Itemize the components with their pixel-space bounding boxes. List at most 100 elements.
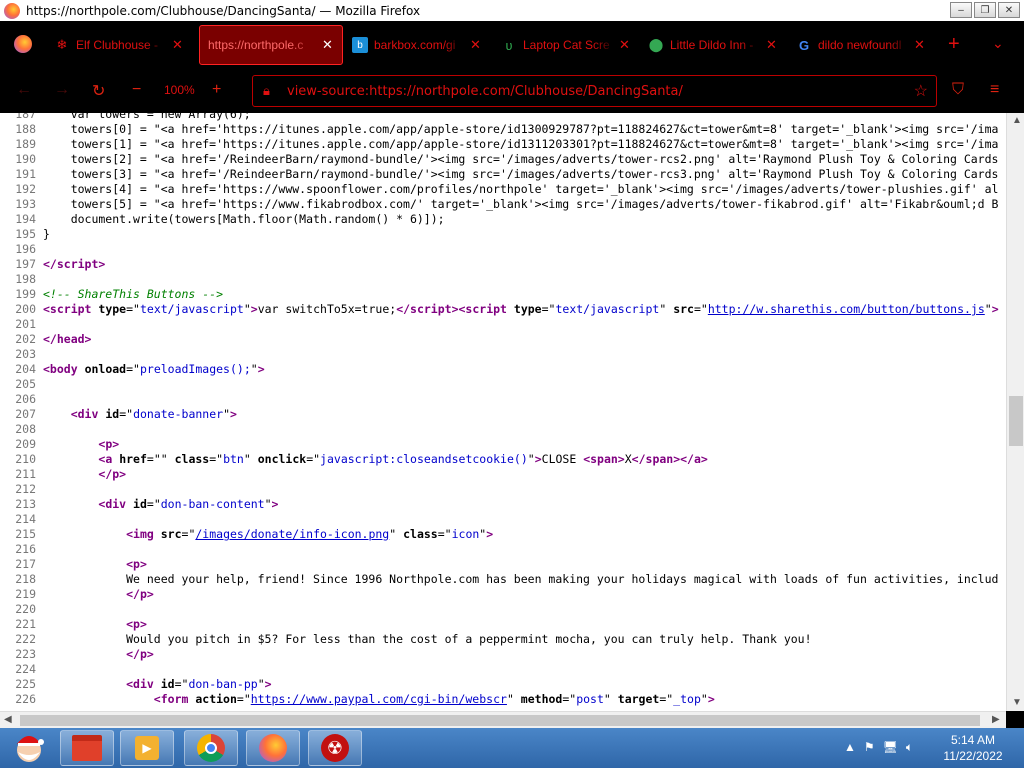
source-line: 203 bbox=[0, 347, 1006, 362]
close-tab-icon[interactable]: ✕ bbox=[619, 37, 630, 53]
line-text: <!-- ShareThis Buttons --> bbox=[43, 287, 224, 301]
source-line: 205 bbox=[0, 377, 1006, 392]
scroll-up-icon[interactable]: ▲ bbox=[1012, 115, 1022, 126]
source-line: 198 bbox=[0, 272, 1006, 287]
barkbox-icon: b bbox=[352, 37, 368, 53]
tab-northpole-active[interactable]: https://northpole.c ✕ bbox=[199, 25, 343, 65]
santa-start-icon[interactable] bbox=[2, 730, 56, 766]
scroll-thumb-horizontal[interactable] bbox=[20, 715, 980, 726]
taskbar-clock[interactable]: 5:14 AM 11/22/2022 bbox=[928, 732, 1018, 764]
bookmark-star-icon[interactable]: ☆ bbox=[914, 81, 928, 101]
source-line: 220 bbox=[0, 602, 1006, 617]
address-bar[interactable]: 🔒︎ view-source:https://northpole.com/Clu… bbox=[252, 75, 937, 107]
radiation-icon[interactable]: ☢ bbox=[308, 730, 362, 766]
line-number: 216 bbox=[15, 542, 36, 556]
window-title-bar: https://northpole.com/Clubhouse/DancingS… bbox=[0, 0, 1024, 21]
line-number: 226 bbox=[15, 692, 36, 706]
back-icon[interactable]: ← bbox=[16, 81, 32, 99]
close-button[interactable]: ✕ bbox=[998, 2, 1020, 18]
scroll-left-icon[interactable]: ◀ bbox=[4, 714, 12, 725]
line-number: 191 bbox=[15, 167, 36, 181]
line-text: </p> bbox=[98, 467, 127, 481]
line-number: 223 bbox=[15, 647, 36, 661]
source-line: 196 bbox=[0, 242, 1006, 257]
scroll-right-icon[interactable]: ▶ bbox=[992, 714, 1000, 725]
system-tray: ▲ ⚑ 🖥︎ 🔈︎ bbox=[844, 740, 913, 755]
horizontal-scrollbar[interactable]: ◀ ▶ bbox=[0, 711, 1006, 728]
firefox-view-icon[interactable] bbox=[14, 35, 32, 53]
show-hidden-icons[interactable]: ▲ bbox=[844, 740, 856, 755]
source-line: 191 towers[3] = "<a href='/ReindeerBarn/… bbox=[0, 167, 1006, 182]
line-text: towers[5] = "<a href='https://www.fikabr… bbox=[43, 197, 999, 211]
vertical-scrollbar[interactable]: ▲ ▼ bbox=[1006, 113, 1024, 711]
forward-icon[interactable]: → bbox=[54, 81, 70, 99]
network-icon[interactable]: 🖥︎ bbox=[883, 740, 898, 755]
new-tab-button[interactable]: + bbox=[948, 33, 960, 56]
hamburger-menu-icon[interactable]: ≡ bbox=[990, 81, 999, 99]
line-number: 189 bbox=[15, 137, 36, 151]
tab-google-search[interactable]: G dildo newfoundl ✕ bbox=[796, 25, 925, 65]
volume-icon[interactable]: 🔈︎ bbox=[906, 740, 913, 755]
tab-little-dildo-inn[interactable]: ⬤ Little Dildo Inn - ✕ bbox=[648, 25, 777, 65]
line-number: 188 bbox=[15, 122, 36, 136]
source-line: 208 bbox=[0, 422, 1006, 437]
source-line: 213 <div id="don-ban-content"> bbox=[0, 497, 1006, 512]
source-line: 197 </script> bbox=[0, 257, 1006, 272]
source-line: 214 bbox=[0, 512, 1006, 527]
tab-barkbox[interactable]: b barkbox.com/gi ✕ bbox=[352, 25, 481, 65]
line-text: <div id="don-ban-pp"> bbox=[126, 677, 272, 691]
source-line: 190 towers[2] = "<a href='/ReindeerBarn/… bbox=[0, 152, 1006, 167]
zoom-in-icon[interactable]: + bbox=[212, 81, 221, 99]
line-number: 198 bbox=[15, 272, 36, 286]
lock-icon[interactable]: 🔒︎ bbox=[263, 83, 270, 99]
source-line: 209 <p> bbox=[0, 437, 1006, 452]
line-number: 219 bbox=[15, 587, 36, 601]
minimize-button[interactable]: – bbox=[950, 2, 972, 18]
line-text: <form action="https://www.paypal.com/cgi… bbox=[153, 692, 715, 706]
source-line: 215 <img src="/images/donate/info-icon.p… bbox=[0, 527, 1006, 542]
close-tab-icon[interactable]: ✕ bbox=[766, 37, 777, 53]
line-text: towers[1] = "<a href='https://itunes.app… bbox=[43, 137, 999, 151]
firefox-taskbar-icon[interactable] bbox=[246, 730, 300, 766]
close-tab-icon[interactable]: ✕ bbox=[914, 37, 925, 53]
chrome-icon[interactable] bbox=[184, 730, 238, 766]
line-text: <p> bbox=[126, 557, 147, 571]
line-number: 217 bbox=[15, 557, 36, 571]
source-line: 225 <div id="don-ban-pp"> bbox=[0, 677, 1006, 692]
line-number: 192 bbox=[15, 182, 36, 196]
source-line: 226 <form action="https://www.paypal.com… bbox=[0, 692, 1006, 707]
close-tab-icon[interactable]: ✕ bbox=[470, 37, 481, 53]
pocket-icon[interactable]: ⛉ bbox=[952, 81, 964, 99]
source-line: 221 <p> bbox=[0, 617, 1006, 632]
line-number: 209 bbox=[15, 437, 36, 451]
clock-date: 11/22/2022 bbox=[943, 749, 1003, 763]
close-tab-icon[interactable]: ✕ bbox=[172, 37, 183, 53]
source-line: 210 <a href="" class="btn" onclick="java… bbox=[0, 452, 1006, 467]
line-text: towers[0] = "<a href='https://itunes.app… bbox=[43, 122, 999, 136]
url-text[interactable]: view-source:https://northpole.com/Clubho… bbox=[287, 84, 683, 99]
source-line: 212 bbox=[0, 482, 1006, 497]
clock-time: 5:14 AM bbox=[950, 733, 996, 747]
action-center-icon[interactable]: ⚑ bbox=[864, 740, 875, 755]
zoom-level[interactable]: 100% bbox=[164, 83, 195, 97]
list-all-tabs-icon[interactable]: ⌄ bbox=[992, 35, 1004, 52]
file-manager-icon[interactable] bbox=[60, 730, 114, 766]
source-line: 218 We need your help, friend! Since 199… bbox=[0, 572, 1006, 587]
line-number: 212 bbox=[15, 482, 36, 496]
scroll-thumb[interactable] bbox=[1009, 396, 1023, 446]
line-number: 193 bbox=[15, 197, 36, 211]
line-text: <script type="text/javascript">var switc… bbox=[43, 302, 999, 316]
media-player-icon[interactable]: ▶ bbox=[120, 730, 174, 766]
scroll-down-icon[interactable]: ▼ bbox=[1012, 697, 1022, 708]
maximize-button[interactable]: ❐ bbox=[974, 2, 996, 18]
line-number: 214 bbox=[15, 512, 36, 526]
reload-icon[interactable]: ↻ bbox=[92, 81, 105, 101]
source-line: 194 document.write(towers[Math.floor(Mat… bbox=[0, 212, 1006, 227]
line-number: 210 bbox=[15, 452, 36, 466]
close-tab-icon[interactable]: ✕ bbox=[322, 37, 333, 53]
tab-elf-clubhouse[interactable]: ❄ Elf Clubhouse - ✕ bbox=[54, 25, 183, 65]
zoom-out-icon[interactable]: − bbox=[132, 81, 141, 99]
tab-laptop-cat[interactable]: ʋ Laptop Cat Scre ✕ bbox=[501, 25, 630, 65]
line-number: 206 bbox=[15, 392, 36, 406]
line-number: 224 bbox=[15, 662, 36, 676]
